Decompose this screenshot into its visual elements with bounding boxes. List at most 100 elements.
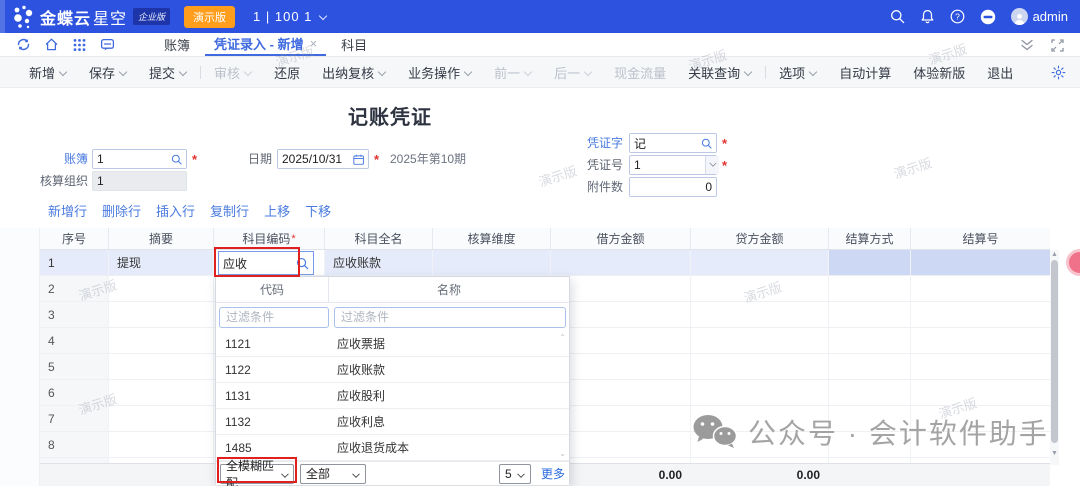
grid-cell[interactable] xyxy=(550,354,690,379)
grid-cell[interactable] xyxy=(690,354,828,379)
gear-icon[interactable] xyxy=(1051,65,1066,85)
grid-cell[interactable] xyxy=(690,302,828,327)
row-action-link[interactable]: 上移 xyxy=(264,201,290,220)
seq-cell[interactable]: 2 xyxy=(40,276,108,301)
grid-cell[interactable] xyxy=(108,302,213,327)
grid-cell[interactable] xyxy=(690,380,828,405)
combo-chevron-icon[interactable] xyxy=(705,156,719,174)
grid-cell[interactable] xyxy=(910,406,1050,431)
name-filter-input[interactable] xyxy=(334,307,566,328)
grid-cell[interactable] xyxy=(828,380,910,405)
book-label[interactable]: 账簿 xyxy=(30,149,88,169)
attachments-input[interactable] xyxy=(634,180,712,194)
seq-cell[interactable]: 6 xyxy=(40,380,108,405)
grid-cell[interactable] xyxy=(828,276,910,301)
grid-cell[interactable] xyxy=(690,276,828,301)
toolbar-button[interactable]: 关联查询 xyxy=(677,63,763,82)
row-action-link[interactable]: 新增行 xyxy=(48,201,87,220)
grid-cell[interactable] xyxy=(828,354,910,379)
toolbar-button[interactable]: 提交 xyxy=(138,63,198,82)
grid-cell[interactable] xyxy=(550,406,690,431)
toolbar-button[interactable]: 保存 xyxy=(78,63,138,82)
grid-cell[interactable] xyxy=(828,302,910,327)
tab-close-icon[interactable]: × xyxy=(310,36,318,51)
apps-icon[interactable] xyxy=(72,37,87,52)
grid-cell[interactable] xyxy=(108,432,213,457)
toolbar-button[interactable]: 体验新版 xyxy=(902,63,976,82)
grid-cell[interactable] xyxy=(690,406,828,431)
grid-cell[interactable] xyxy=(108,328,213,353)
grid-cell[interactable] xyxy=(828,432,910,457)
book-field[interactable] xyxy=(92,149,187,169)
scroll-up-icon[interactable]: ▲ xyxy=(1051,251,1058,258)
grid-cell[interactable] xyxy=(690,328,828,353)
grid-cell[interactable] xyxy=(550,302,690,327)
grid-cell[interactable] xyxy=(828,328,910,353)
settle-no-cell[interactable] xyxy=(910,250,1050,275)
seq-cell[interactable]: 7 xyxy=(40,406,108,431)
summary-cell[interactable]: 提现 xyxy=(108,250,213,275)
grid-cell[interactable] xyxy=(108,406,213,431)
toolbar-button[interactable]: 新增 xyxy=(18,63,78,82)
voucher-word-label[interactable]: 凭证字 xyxy=(560,133,623,153)
more-link[interactable]: 更多 xyxy=(541,465,565,482)
attachments-field[interactable] xyxy=(629,177,717,197)
date-input[interactable] xyxy=(282,152,353,166)
calendar-icon[interactable] xyxy=(353,153,364,166)
scroll-down-icon[interactable]: ▼ xyxy=(1051,450,1058,457)
tab-active[interactable]: 凭证录入 - 新增× xyxy=(205,33,326,56)
debit-cell[interactable] xyxy=(550,250,690,275)
grid-row-active[interactable]: 1提现 应收账款 xyxy=(40,250,1050,276)
toolbar-button[interactable]: 退出 xyxy=(976,63,1024,82)
collapse-tabs-icon[interactable] xyxy=(1020,39,1034,51)
grid-cell[interactable] xyxy=(910,328,1050,353)
grid-cell[interactable] xyxy=(910,302,1050,327)
account-name-cell[interactable]: 应收账款 xyxy=(324,250,432,275)
grid-cell[interactable] xyxy=(550,380,690,405)
dimension-cell[interactable] xyxy=(432,250,550,275)
voucher-word-input[interactable] xyxy=(634,136,701,150)
grid-cell[interactable] xyxy=(828,406,910,431)
grid-cell[interactable] xyxy=(910,432,1050,457)
tab-item[interactable]: 科目 xyxy=(326,33,382,56)
grid-cell[interactable] xyxy=(108,354,213,379)
seq-cell[interactable]: 1 xyxy=(40,250,108,275)
grid-cell[interactable] xyxy=(550,328,690,353)
grid-cell[interactable] xyxy=(550,432,690,457)
help-icon[interactable]: ? xyxy=(950,9,965,24)
voucher-no-input[interactable] xyxy=(634,158,705,172)
grid-scrollbar[interactable]: ▲ ▼ xyxy=(1050,250,1059,465)
credit-cell[interactable] xyxy=(690,250,828,275)
grid-cell[interactable] xyxy=(910,276,1050,301)
grid-cell[interactable] xyxy=(108,276,213,301)
seq-cell[interactable]: 5 xyxy=(40,354,108,379)
toolbar-button[interactable]: 出纳复核 xyxy=(311,63,397,82)
lookup-result-row[interactable]: 1122应收账款 xyxy=(216,357,569,383)
voucher-word-field[interactable] xyxy=(629,133,717,153)
lookup-icon[interactable] xyxy=(171,153,182,166)
message-icon[interactable] xyxy=(100,37,115,52)
search-icon[interactable] xyxy=(890,9,905,24)
voucher-no-field[interactable] xyxy=(629,155,717,175)
org-switcher[interactable]: 1 | 100 1 xyxy=(253,9,327,24)
settle-method-cell[interactable] xyxy=(828,250,910,275)
list-scroll-down-icon[interactable]: ⌄ xyxy=(559,450,566,458)
grid-cell[interactable] xyxy=(910,380,1050,405)
grid-cell[interactable] xyxy=(108,380,213,405)
bell-icon[interactable] xyxy=(920,9,935,24)
row-action-link[interactable]: 删除行 xyxy=(102,201,141,220)
grid-cell[interactable] xyxy=(690,432,828,457)
grid-cell[interactable] xyxy=(550,276,690,301)
status-dnd-icon[interactable] xyxy=(980,9,996,25)
sync-icon[interactable] xyxy=(16,37,31,52)
floating-badge[interactable] xyxy=(1066,249,1080,276)
seq-cell[interactable]: 8 xyxy=(40,432,108,457)
toolbar-button[interactable]: 还原 xyxy=(263,63,311,82)
scrollbar-thumb[interactable] xyxy=(1051,260,1058,443)
toolbar-button[interactable]: 选项 xyxy=(768,63,828,82)
lookup-result-row[interactable]: 1132应收利息 xyxy=(216,409,569,435)
toolbar-button[interactable]: 业务操作 xyxy=(397,63,483,82)
page-size-select[interactable]: 5 xyxy=(499,464,531,484)
row-action-link[interactable]: 插入行 xyxy=(156,201,195,220)
fullscreen-icon[interactable] xyxy=(1051,39,1064,52)
